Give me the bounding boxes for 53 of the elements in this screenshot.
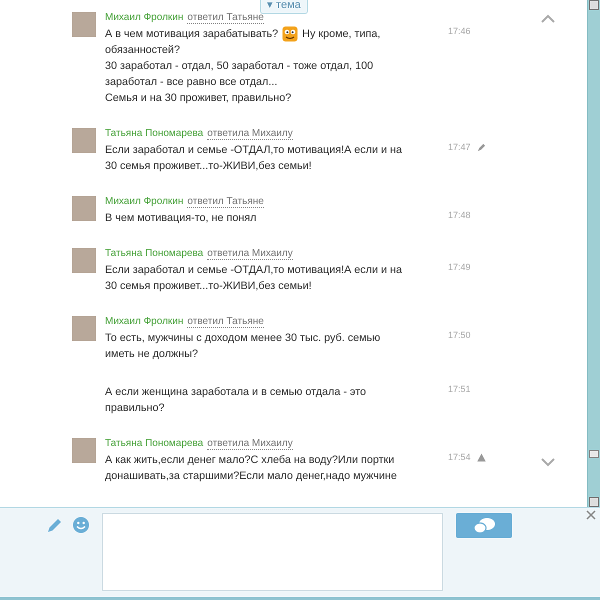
reply-to-link[interactable]: ответила Михаилу xyxy=(207,128,293,140)
pencil-icon[interactable] xyxy=(476,142,486,152)
smiley-icon xyxy=(282,26,298,42)
author-name[interactable]: Михаил Фролкин xyxy=(105,196,184,207)
message-text: Семья и на 30 проживет, правильно? xyxy=(105,91,292,106)
message-time: 17:47 xyxy=(448,142,471,152)
avatar-photo[interactable] xyxy=(72,316,96,341)
reply-to-link[interactable]: ответил Татьяне xyxy=(187,196,264,208)
author-name[interactable]: Татьяна Пономарева xyxy=(105,128,204,139)
author-name[interactable]: Михаил Фролкин xyxy=(105,12,184,23)
message-text: донашивать,за старшими?Если мало денег,надо мужчине xyxy=(105,469,397,484)
pencil-icon[interactable] xyxy=(46,516,64,534)
message-text: Если заработал и семье -ОТДАЛ,то мотивация!А если и на xyxy=(105,143,402,158)
message-text: обязанностей? xyxy=(105,43,180,58)
author-name[interactable]: Татьяна Пономарева xyxy=(105,248,204,259)
avatar-photo[interactable] xyxy=(72,248,96,273)
chevron-down-icon[interactable] xyxy=(541,458,555,467)
message-text: А если женщина заработала и в семью отдала - это xyxy=(105,385,366,400)
avatar-photo[interactable] xyxy=(72,438,96,463)
reply-to-link[interactable]: ответил Татьяне xyxy=(187,316,264,328)
avatar-photo[interactable] xyxy=(72,12,96,37)
message-text: То есть, мужчины с доходом менее 30 тыс. руб. семью xyxy=(105,331,380,346)
warning-icon xyxy=(476,452,486,462)
message-text: 30 семья проживет...то-ЖИВИ,без семьи! xyxy=(105,159,312,174)
chevron-up-icon[interactable] xyxy=(541,14,555,23)
message-time: 17:50 xyxy=(448,330,471,340)
close-icon[interactable] xyxy=(586,510,596,520)
message-text: В чем мотивация-то, не понял xyxy=(105,211,256,226)
message-text: 30 семья проживет...то-ЖИВИ,без семьи! xyxy=(105,279,312,294)
message-time: 17:46 xyxy=(448,26,471,36)
author-name[interactable]: Татьяна Пономарева xyxy=(105,438,204,449)
avatar-photo[interactable] xyxy=(72,196,96,221)
message-text: А в чем мотивация зарабатывать? xyxy=(105,27,278,42)
author-name[interactable]: Михаил Фролкин xyxy=(105,316,184,327)
topic-tab[interactable]: ▾ тема xyxy=(260,0,308,14)
message-time: 17:51 xyxy=(448,384,471,394)
message-text: заработал - все равно все отдал... xyxy=(105,75,278,90)
message-time: 17:48 xyxy=(448,210,471,220)
message-time: 17:54 xyxy=(448,452,471,462)
message-text: А как жить,если денег мало?С хлеба на воду?Или портки xyxy=(105,453,394,468)
message-time: 17:49 xyxy=(448,262,471,272)
smiley-icon[interactable] xyxy=(72,516,90,534)
message-text: 30 заработал - отдал, 50 заработал - тоже отдал, 100 xyxy=(105,59,374,74)
message-input[interactable] xyxy=(102,513,443,591)
reply-to-link[interactable]: ответила Михаилу xyxy=(207,248,293,260)
reply-to-link[interactable]: ответила Михаилу xyxy=(207,438,293,450)
message-text: правильно? xyxy=(105,401,165,416)
message-text: Ну кроме, типа, xyxy=(302,27,380,42)
avatar-photo[interactable] xyxy=(72,128,96,153)
reply-to-link[interactable]: ответил Татьяне xyxy=(187,12,264,24)
message-text: Если заработал и семье -ОТДАЛ,то мотивация!А если и на xyxy=(105,263,402,278)
message-text: иметь не должны? xyxy=(105,347,198,362)
send-button[interactable] xyxy=(456,513,512,538)
